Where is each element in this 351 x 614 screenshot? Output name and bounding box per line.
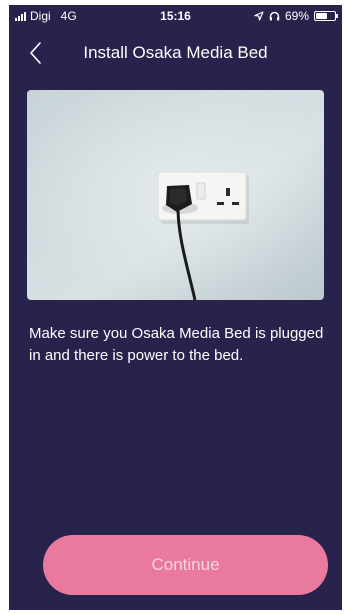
headphones-icon: [269, 11, 280, 21]
app-screen: Digi 4G 15:16 69% Install Osaka Media Be…: [9, 5, 342, 610]
continue-button[interactable]: Continue: [43, 535, 328, 595]
battery-icon: [314, 11, 338, 21]
location-arrow-icon: [254, 11, 264, 21]
battery-percent: 69%: [284, 9, 309, 23]
instruction-text: Make sure you Osaka Media Bed is plugged…: [29, 325, 324, 364]
continue-label: Continue: [151, 555, 220, 574]
status-right: 69%: [254, 9, 338, 23]
nav-bar: Install Osaka Media Bed: [9, 27, 342, 81]
plug-illustration: [27, 90, 324, 300]
page-title: Install Osaka Media Bed: [83, 43, 268, 62]
battery-fill: [316, 13, 327, 19]
status-bar: Digi 4G 15:16 69%: [9, 5, 342, 27]
